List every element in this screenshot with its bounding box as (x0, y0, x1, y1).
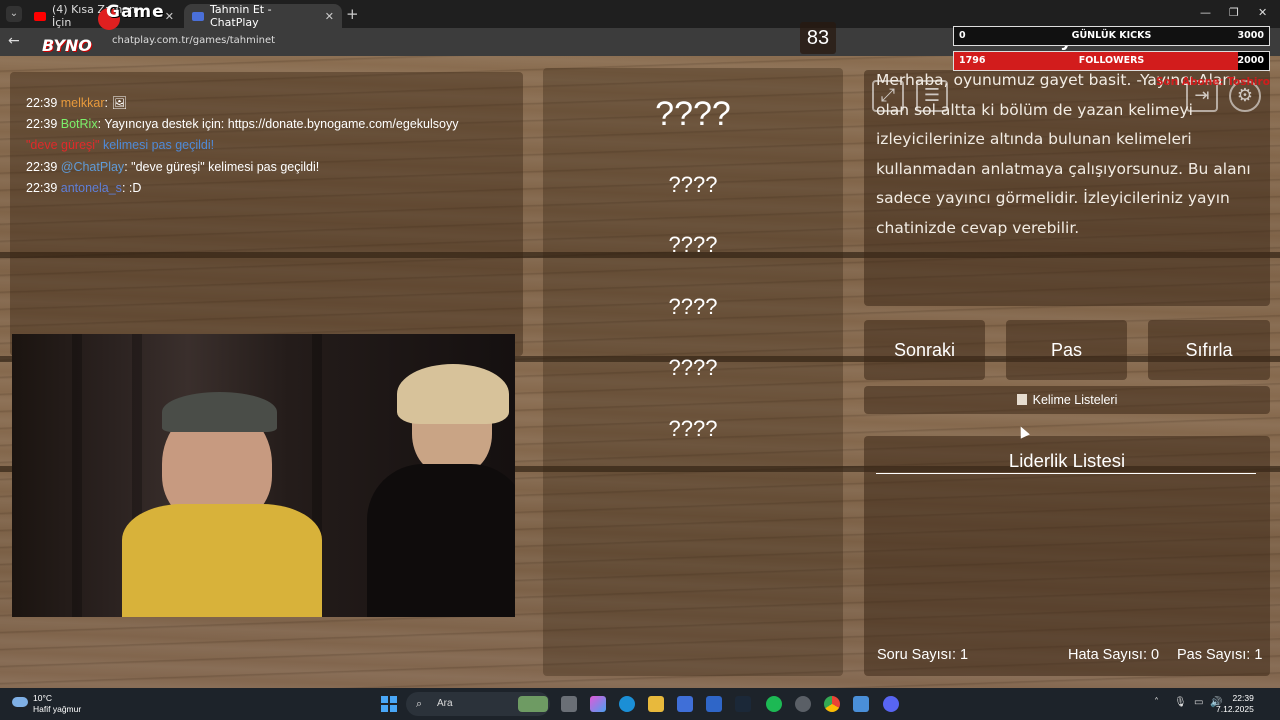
search-icon: ⌕ (416, 697, 423, 710)
main-word: ???? (655, 95, 731, 133)
new-tab-button[interactable]: + (346, 5, 359, 23)
chat-text: : "deve güreşi" kelimesi pas geçildi! (124, 160, 320, 174)
chrome-icon[interactable] (824, 696, 840, 712)
logo-text-bottom: BYNO (42, 36, 92, 55)
leaderboard-divider (876, 473, 1256, 474)
followers-counter: 1796 FOLLOWERS 2000 (953, 51, 1270, 71)
close-window-icon[interactable]: ✕ (1258, 6, 1267, 19)
back-arrow-icon[interactable]: ← (8, 33, 20, 49)
chat-panel (10, 72, 523, 356)
leaderboard-panel (864, 436, 1270, 676)
mail-icon[interactable] (706, 696, 722, 712)
edge-icon[interactable] (619, 696, 635, 712)
guest-hair (397, 364, 509, 424)
next-button[interactable]: Sonraki (864, 320, 985, 380)
howto-text: Merhaba, oyunumuz gayet basit. -Yayıncı … (876, 71, 1251, 237)
restore-icon[interactable]: ❐ (1229, 6, 1239, 19)
spotify-icon[interactable] (766, 696, 782, 712)
chat-text: kelimesi pas geçildi! (99, 138, 215, 152)
browser-tab-bar: ⌄ (4) Kısa Zaman İçin ✕ Tahmin Et - Chat… (0, 0, 1280, 29)
chat-time: 22:39 (26, 96, 58, 110)
book-icon (1016, 394, 1027, 405)
chat-time: 22:39 (26, 160, 58, 174)
pass-button[interactable]: Pas (1006, 320, 1127, 380)
chat-message: 22:39 BotRix: Yayıncıya destek için: htt… (26, 117, 458, 131)
forbidden-word: ???? (668, 416, 718, 441)
browser-tab-chatplay[interactable]: Tahmin Et - ChatPlay ✕ (184, 3, 342, 29)
chatplay-icon (192, 11, 204, 21)
clock-date: 7.12.2025 (1216, 704, 1254, 714)
question-count: Soru Sayısı: 1 (877, 647, 969, 663)
chat-text: : 🖼 (104, 96, 128, 110)
chat-text: : Yayıncıya destek için: https://donate.… (97, 117, 459, 131)
chat-username[interactable]: antonela_s (61, 181, 122, 195)
logo-text-top: Game (106, 2, 165, 22)
windows-start-icon[interactable] (381, 696, 397, 712)
last-subscriber: Son Abone: Toshiro (1156, 76, 1270, 88)
curtain-fold (72, 334, 82, 617)
taskbar-search[interactable]: ⌕ Ara (406, 692, 550, 716)
timer-display: 83 (800, 22, 836, 54)
chat-username[interactable]: @ChatPlay (61, 160, 124, 174)
windows-taskbar: 10°C Hafif yağmur ⌕ Ara ˄ 🎙 ▭ 🔊 22:39 7.… (0, 688, 1280, 720)
app-icon[interactable] (795, 696, 811, 712)
streamer-shirt (122, 504, 322, 617)
file-explorer-icon[interactable] (648, 696, 664, 712)
kicks-label: GÜNLÜK KICKS (1071, 30, 1152, 41)
guest-body (367, 464, 515, 617)
forbidden-word: ???? (668, 355, 718, 380)
tab-title: Tahmin Et - ChatPlay (210, 3, 272, 29)
chat-time: 22:39 (26, 117, 58, 131)
pass-count: Pas Sayısı: 1 (1177, 647, 1263, 663)
forbidden-word: ???? (668, 232, 718, 257)
chat-message: "deve güreşi" kelimesi pas geçildi! (26, 138, 214, 152)
word-lists-label: Kelime Listeleri (1032, 393, 1118, 407)
rain-cloud-icon (12, 697, 28, 707)
webcam-feed (12, 334, 515, 617)
tray-chevron-icon[interactable]: ˄ (1154, 697, 1159, 708)
settings-app-icon[interactable] (853, 696, 869, 712)
chat-message: 22:39 antonela_s: :D (26, 181, 141, 195)
followers-goal: 2000 (1237, 55, 1264, 66)
leaderboard-title: Liderlik Listesi (1008, 450, 1126, 471)
tab-search-button[interactable]: ⌄ (6, 6, 22, 22)
followers-label: FOLLOWERS (1078, 55, 1145, 66)
kicks-goal: 3000 (1237, 30, 1264, 41)
chat-username[interactable]: BotRix (61, 117, 98, 131)
reset-button[interactable]: Sıfırla (1148, 320, 1270, 380)
forbidden-word: ???? (668, 172, 718, 197)
copilot-icon[interactable] (590, 696, 606, 712)
search-highlight-icon (518, 696, 548, 712)
microphone-icon[interactable]: 🎙 (1174, 697, 1187, 708)
discord-icon[interactable] (883, 696, 899, 712)
weather-temp: 10°C (33, 693, 52, 703)
chat-time: 22:39 (26, 181, 58, 195)
steam-icon[interactable] (735, 696, 751, 712)
store-icon[interactable] (677, 696, 693, 712)
chat-word: "deve güreşi" (26, 138, 100, 152)
chat-username[interactable]: melkkar (61, 96, 105, 110)
chat-message: 22:39 @ChatPlay: "deve güreşi" kelimesi … (26, 160, 319, 174)
error-count: Hata Sayısı: 0 (1068, 647, 1160, 663)
search-placeholder: Ara (437, 698, 453, 709)
daily-kicks-counter: 0 GÜNLÜK KICKS 3000 (953, 26, 1270, 46)
byno-game-logo: Game BYNO (36, 2, 164, 58)
minimize-icon[interactable]: — (1200, 6, 1211, 19)
close-tab-icon[interactable]: ✕ (165, 10, 174, 23)
chat-text: : :D (121, 181, 142, 195)
clock-time: 22:39 (1232, 693, 1254, 703)
streamer-cap (162, 392, 277, 432)
task-view-icon[interactable] (561, 696, 577, 712)
word-lists-button[interactable]: Kelime Listeleri (864, 386, 1270, 414)
network-icon[interactable]: ▭ (1194, 697, 1203, 708)
chat-message: 22:39 melkkar: 🖼 (26, 96, 127, 111)
system-clock[interactable]: 22:39 7.12.2025 (1216, 693, 1254, 715)
forbidden-word: ???? (668, 294, 718, 319)
weather-desc: Hafif yağmur (33, 704, 82, 714)
close-tab-icon[interactable]: ✕ (325, 10, 334, 23)
